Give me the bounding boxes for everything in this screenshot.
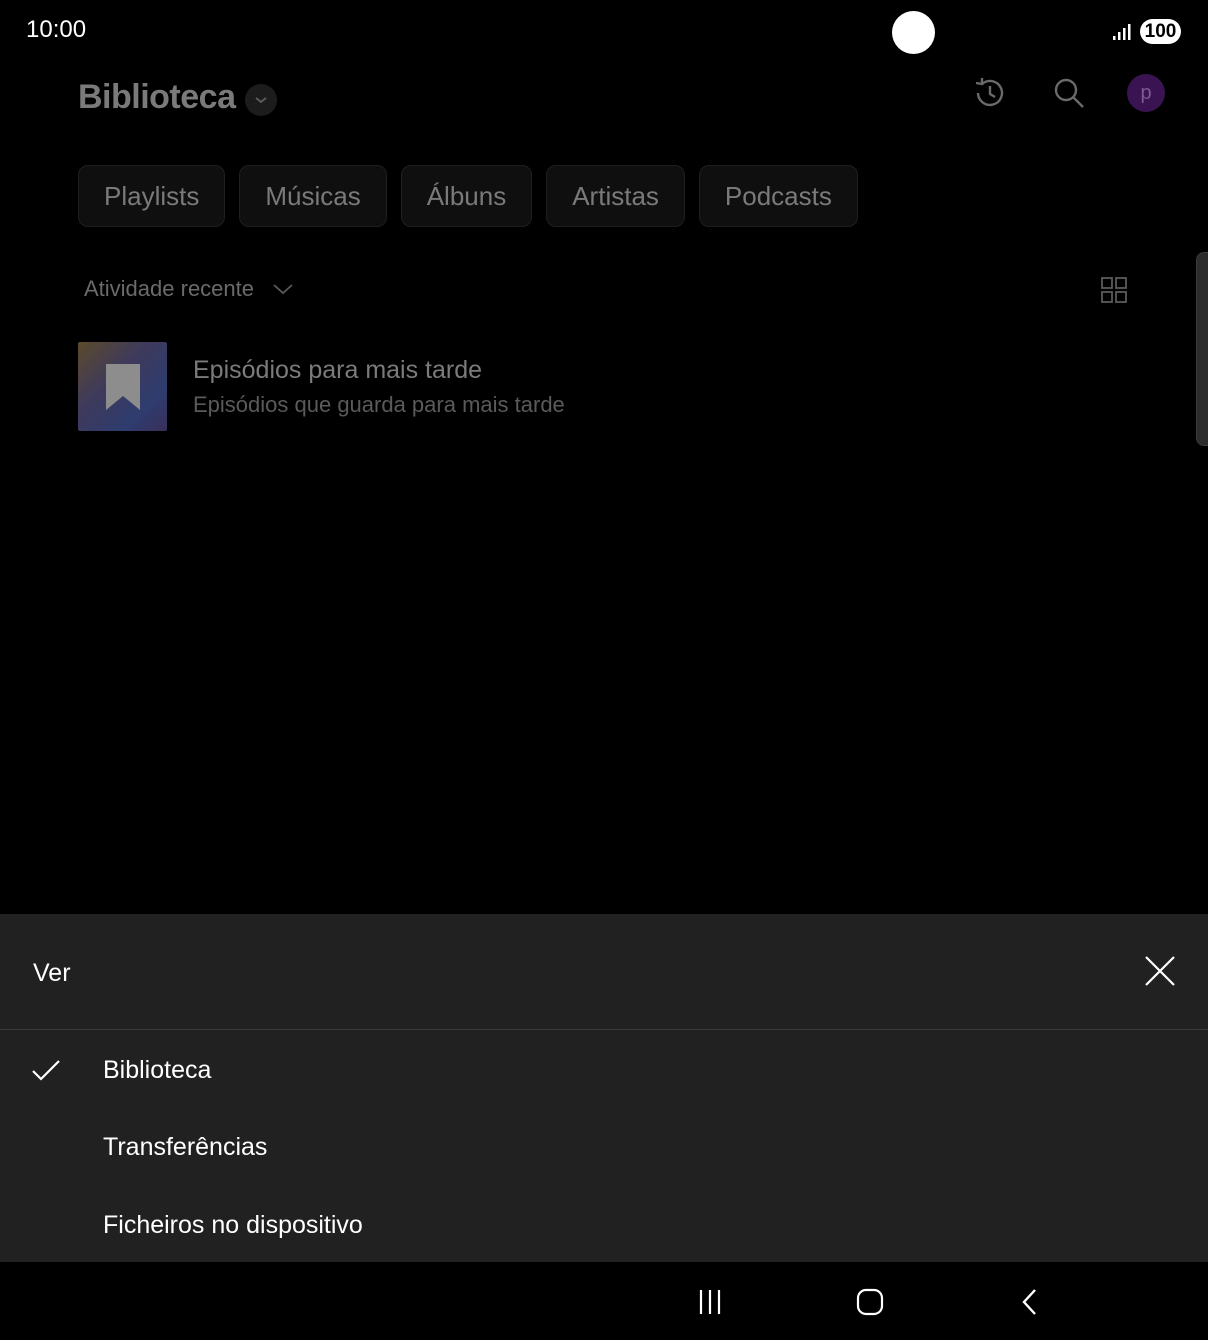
history-icon[interactable]: [971, 74, 1009, 112]
avatar[interactable]: p: [1127, 74, 1165, 112]
chip-artistas[interactable]: Artistas: [546, 165, 685, 227]
option-biblioteca[interactable]: Biblioteca: [0, 1032, 1208, 1108]
list-item-title[interactable]: Episódios para mais tarde: [193, 356, 482, 385]
chevron-down-icon[interactable]: [245, 84, 277, 116]
filter-chips: Playlists Músicas Álbuns Artistas Podcas…: [78, 165, 858, 227]
sheet-title: Ver: [33, 959, 71, 987]
option-label: Transferências: [103, 1132, 268, 1161]
status-time: 10:00: [26, 16, 87, 43]
home-icon[interactable]: [850, 1282, 890, 1322]
chip-podcasts[interactable]: Podcasts: [698, 165, 858, 227]
option-ficheiros-no-dispositivo[interactable]: Ficheiros no dispositivo: [0, 1187, 1208, 1263]
battery-indicator: 100: [1140, 19, 1181, 44]
page-title[interactable]: Biblioteca: [78, 78, 236, 117]
chip-playlists[interactable]: Playlists: [78, 165, 226, 227]
chevron-down-icon: [272, 276, 294, 302]
recents-icon[interactable]: [690, 1282, 730, 1322]
back-icon[interactable]: [1010, 1282, 1050, 1322]
option-label: Biblioteca: [103, 1055, 212, 1084]
search-icon[interactable]: [1050, 74, 1088, 112]
bookmark-icon[interactable]: [78, 342, 167, 431]
option-label: Ficheiros no dispositivo: [103, 1210, 363, 1239]
option-transferencias[interactable]: Transferências: [0, 1109, 1208, 1185]
sort-label: Atividade recente: [84, 276, 254, 301]
scroll-handle[interactable]: [1196, 252, 1208, 446]
sort-dropdown[interactable]: Atividade recente: [84, 276, 294, 302]
signal-icon: [1112, 22, 1132, 47]
divider: [0, 1029, 1208, 1030]
chip-albuns[interactable]: Álbuns: [400, 165, 533, 227]
chip-musicas[interactable]: Músicas: [239, 165, 387, 227]
camera-cutout: [892, 11, 935, 54]
close-icon[interactable]: [1140, 951, 1180, 991]
checkmark-icon: [30, 1054, 62, 1091]
grid-view-icon[interactable]: [1100, 276, 1128, 309]
list-item-subtitle: Episódios que guarda para mais tarde: [193, 392, 565, 417]
